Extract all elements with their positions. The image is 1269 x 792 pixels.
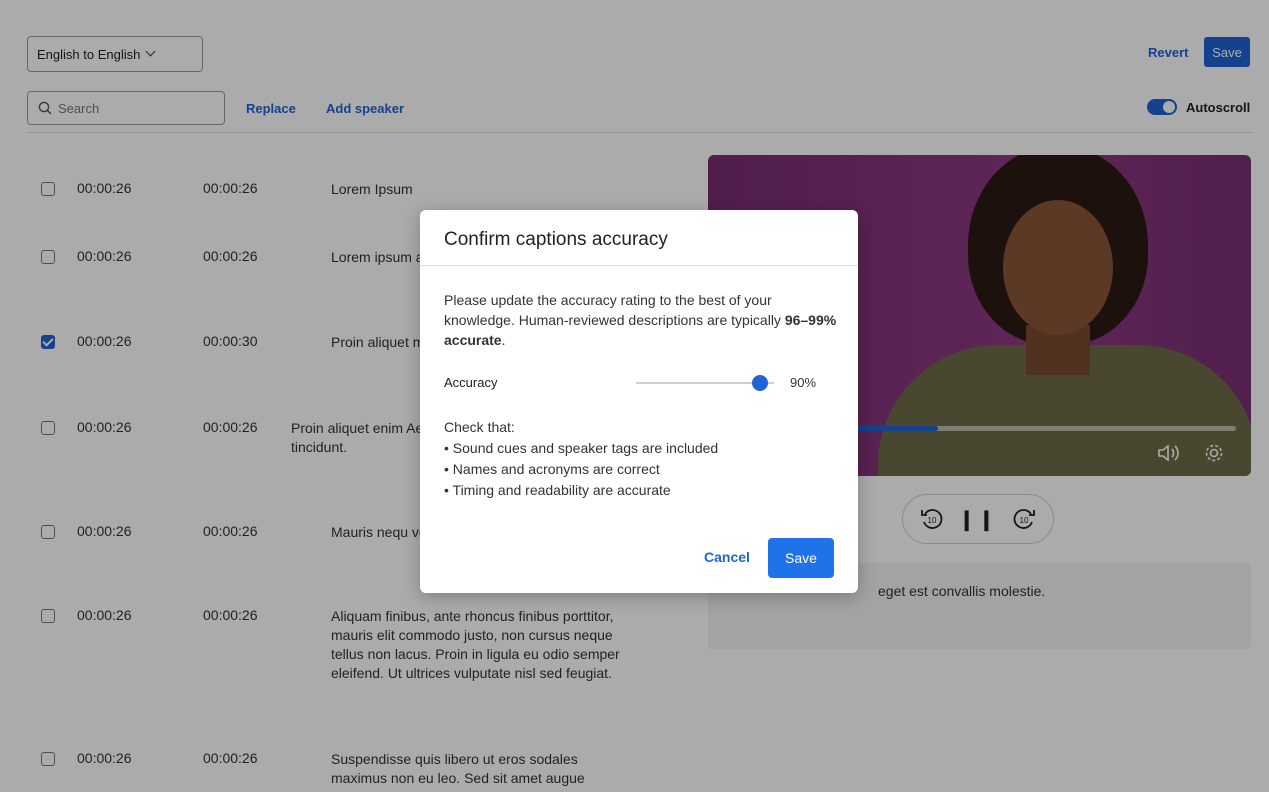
dialog-description: Please update the accuracy rating to the… [444, 290, 839, 350]
accuracy-label: Accuracy [444, 375, 498, 390]
desc-end: . [501, 332, 506, 348]
check-item: • Names and acronyms are correct [444, 461, 660, 477]
accuracy-value: 90% [790, 375, 817, 390]
check-item: • Timing and readability are accurate [444, 482, 671, 498]
cancel-button[interactable]: Cancel [704, 549, 750, 565]
slider-thumb[interactable] [752, 375, 769, 391]
check-item: • Sound cues and speaker tags are includ… [444, 440, 719, 456]
accuracy-slider[interactable] [636, 375, 774, 391]
slider-track-fill [636, 382, 760, 384]
check-heading: Check that: [444, 419, 515, 435]
desc-text: Please update the accuracy rating to the… [444, 292, 785, 328]
confirm-accuracy-dialog: Confirm captions accuracy Please update … [420, 210, 858, 593]
dialog-divider [420, 265, 858, 266]
dialog-title: Confirm captions accuracy [444, 229, 668, 250]
check-list: Check that: • Sound cues and speaker tag… [444, 417, 718, 501]
save-button[interactable]: Save [768, 538, 834, 578]
